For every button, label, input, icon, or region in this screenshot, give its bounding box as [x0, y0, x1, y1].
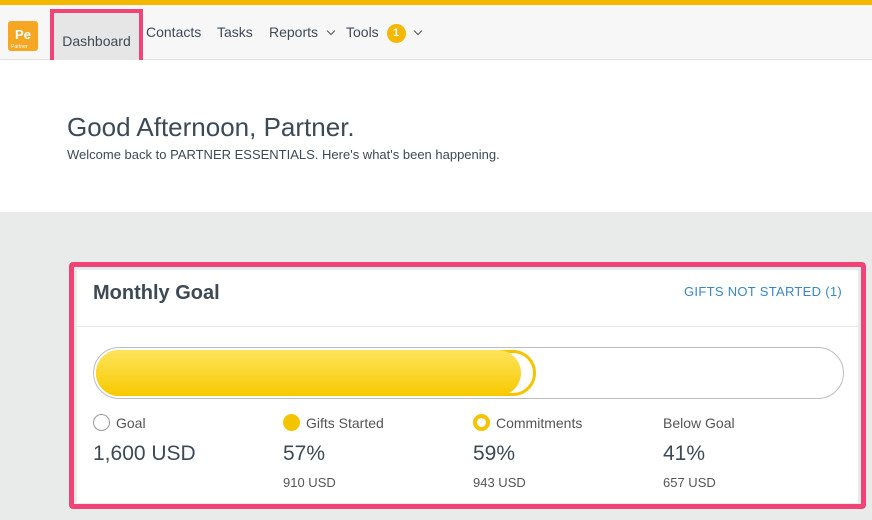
gifts-started-progress-fill — [96, 350, 521, 396]
stat-commitments: Commitments 59% 943 USD — [473, 413, 582, 490]
app-logo[interactable]: Pe Partner — [8, 21, 38, 51]
stat-below-goal-amount: 657 USD — [663, 475, 716, 490]
stat-below-goal-label: Below Goal — [663, 415, 735, 431]
top-navigation-bar: Pe Partner Dashboard Contacts Tasks Repo… — [0, 0, 872, 69]
goal-legend-icon — [93, 414, 110, 431]
chevron-down-icon — [326, 26, 336, 36]
stat-below-goal-value: 41% — [663, 442, 706, 465]
gifts-started-legend-icon — [283, 414, 300, 431]
card-header: Monthly Goal GIFTS NOT STARTED (1) — [77, 270, 858, 327]
nav-tasks-label: Tasks — [217, 24, 253, 40]
nav-contacts[interactable]: Contacts — [146, 5, 201, 60]
stat-gifts-started-value: 57% — [283, 442, 326, 465]
nav-contacts-label: Contacts — [146, 24, 202, 40]
stat-gifts-started: Gifts Started 57% 910 USD — [283, 413, 384, 490]
stat-gifts-started-label: Gifts Started — [306, 415, 384, 431]
gifts-not-started-link[interactable]: GIFTS NOT STARTED (1) — [684, 284, 842, 299]
greeting-subtitle: Welcome back to PARTNER ESSENTIALS. Here… — [67, 147, 500, 162]
stat-commitments-value: 59% — [473, 442, 516, 465]
stat-commitments-amount: 943 USD — [473, 475, 526, 490]
nav-tasks[interactable]: Tasks — [217, 5, 253, 60]
stat-commitments-label: Commitments — [496, 415, 583, 431]
monthly-goal-card: Monthly Goal GIFTS NOT STARTED (1) Goal … — [77, 270, 858, 503]
stat-goal: Goal 1,600 USD — [93, 413, 196, 467]
nav-dashboard-label: Dashboard — [62, 33, 131, 49]
commitments-legend-icon — [473, 414, 490, 431]
nav-reports-dropdown[interactable]: Reports — [269, 5, 336, 60]
stat-gifts-started-amount: 910 USD — [283, 475, 336, 490]
logo-subtext: Partner — [11, 44, 28, 50]
nav-tools-label: Tools — [346, 24, 379, 40]
logo-text: Pe — [15, 27, 31, 42]
greeting-section: Good Afternoon, Partner. Welcome back to… — [0, 60, 872, 212]
card-title: Monthly Goal — [93, 282, 220, 304]
greeting-heading: Good Afternoon, Partner. — [67, 112, 355, 142]
nav-tools-dropdown[interactable]: Tools 1 — [346, 5, 423, 60]
goal-progress-bar — [93, 347, 844, 399]
stat-below-goal: Below Goal 41% 657 USD — [663, 413, 735, 490]
stat-goal-value: 1,600 USD — [93, 442, 196, 465]
notification-badge: 1 — [386, 24, 406, 43]
nav-reports-label: Reports — [269, 24, 319, 40]
stat-goal-label: Goal — [116, 415, 146, 431]
chevron-down-icon — [414, 26, 423, 36]
